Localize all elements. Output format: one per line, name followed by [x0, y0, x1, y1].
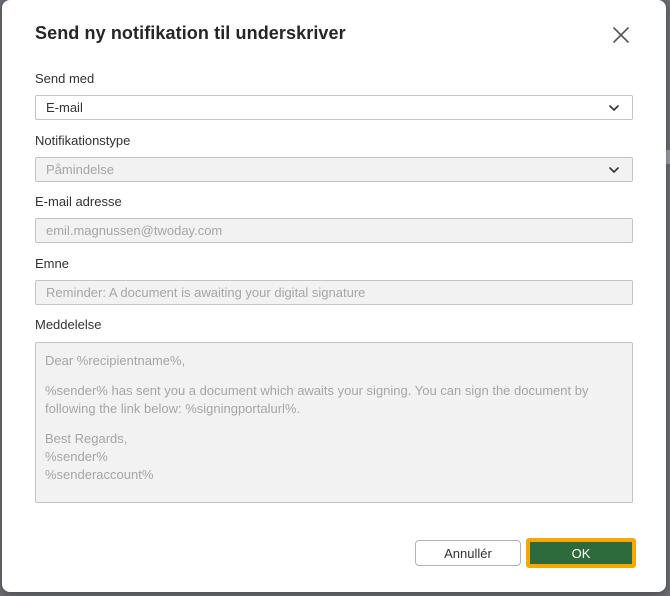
- send-with-value: E-mail: [46, 100, 83, 115]
- message-textarea[interactable]: Dear %recipientname%, %sender% has sent …: [35, 342, 633, 503]
- message-closing: Best Regards,: [45, 431, 128, 446]
- notification-type-value: Påmindelse: [46, 162, 114, 177]
- message-greeting: Dear %recipientname%,: [45, 353, 186, 368]
- cancel-button[interactable]: Annullér: [415, 540, 521, 566]
- notification-dialog: Send ny notifikation til underskriver Se…: [2, 0, 666, 592]
- subject-field[interactable]: Reminder: A document is awaiting your di…: [35, 280, 633, 305]
- close-icon: [613, 27, 629, 43]
- email-value: emil.magnussen@twoday.com: [46, 223, 223, 238]
- email-field[interactable]: emil.magnussen@twoday.com: [35, 218, 633, 243]
- ok-button-label: OK: [530, 542, 632, 564]
- subject-label: Emne: [35, 256, 69, 271]
- dialog-title: Send ny notifikation til underskriver: [35, 23, 346, 43]
- notification-type-select[interactable]: Påmindelse: [35, 157, 633, 182]
- chevron-down-icon: [609, 104, 619, 111]
- notification-type-label: Notifikationstype: [35, 133, 131, 148]
- chevron-down-icon: [609, 166, 619, 173]
- ok-button[interactable]: OK: [526, 538, 636, 568]
- subject-value: Reminder: A document is awaiting your di…: [46, 285, 366, 300]
- email-label: E-mail adresse: [35, 194, 122, 209]
- message-sender: %sender%: [45, 449, 108, 464]
- send-with-select[interactable]: E-mail: [35, 95, 633, 120]
- message-label: Meddelelse: [35, 317, 102, 332]
- close-button[interactable]: [610, 24, 632, 46]
- send-with-label: Send med: [35, 71, 95, 86]
- message-sender-account: %senderaccount%: [45, 467, 154, 482]
- message-body: %sender% has sent you a document which a…: [45, 383, 589, 416]
